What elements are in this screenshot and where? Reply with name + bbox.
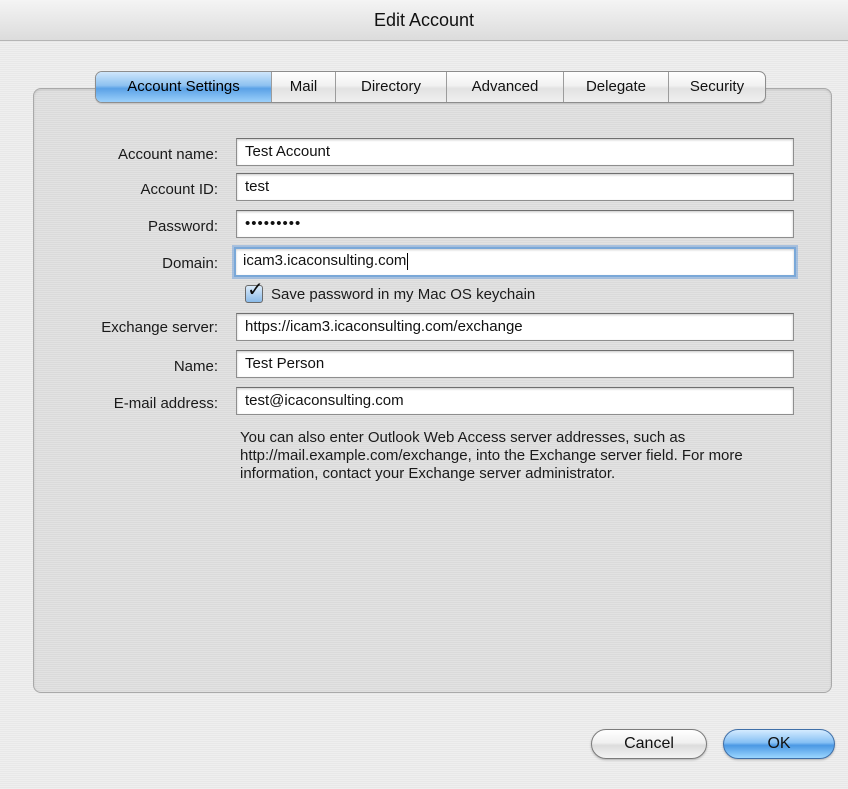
window-title: Edit Account <box>373 10 475 30</box>
tab-security[interactable]: Security <box>668 72 765 102</box>
ok-button[interactable]: OK <box>723 729 835 759</box>
account-id-label: Account ID: <box>140 181 218 198</box>
cancel-button[interactable]: Cancel <box>591 729 707 759</box>
help-text: You can also enter Outlook Web Access se… <box>240 429 743 482</box>
exchange-server-field[interactable]: https://icam3.icaconsulting.com/exchange <box>236 313 794 341</box>
text-cursor <box>407 252 409 270</box>
email-field[interactable]: test@icaconsulting.com <box>236 387 794 415</box>
exchange-server-label: Exchange server: <box>101 319 218 336</box>
tab-advanced[interactable]: Advanced <box>446 72 563 102</box>
save-password-checkbox[interactable]: ✓ <box>245 280 264 303</box>
domain-label: Domain: <box>162 255 218 272</box>
account-name-field[interactable]: Test Account <box>236 138 794 166</box>
account-name-label: Account name: <box>117 146 218 163</box>
tab-bar: Account Settings Mail Directory Advanced… <box>95 71 766 103</box>
email-label: E-mail address: <box>113 395 218 412</box>
password-field[interactable]: ••••••••• <box>236 210 794 238</box>
tab-delegate[interactable]: Delegate <box>563 72 668 102</box>
save-password-row[interactable]: ✓ Save password in my Mac OS keychain <box>245 280 536 305</box>
password-label: Password: <box>147 218 218 235</box>
domain-field[interactable]: icam3.icaconsulting.com <box>234 247 796 277</box>
tab-mail[interactable]: Mail <box>271 72 335 102</box>
save-password-label: Save password in my Mac OS keychain <box>271 285 536 303</box>
tab-account-settings[interactable]: Account Settings <box>96 72 271 102</box>
domain-field-value: icam3.icaconsulting.com <box>243 252 407 269</box>
tab-directory[interactable]: Directory <box>335 72 446 102</box>
name-label: Name: <box>173 358 218 375</box>
checkmark-icon: ✓ <box>247 279 264 301</box>
window-title-bar: Edit Account <box>0 0 848 41</box>
account-id-field[interactable]: test <box>236 173 794 201</box>
name-field[interactable]: Test Person <box>236 350 794 378</box>
